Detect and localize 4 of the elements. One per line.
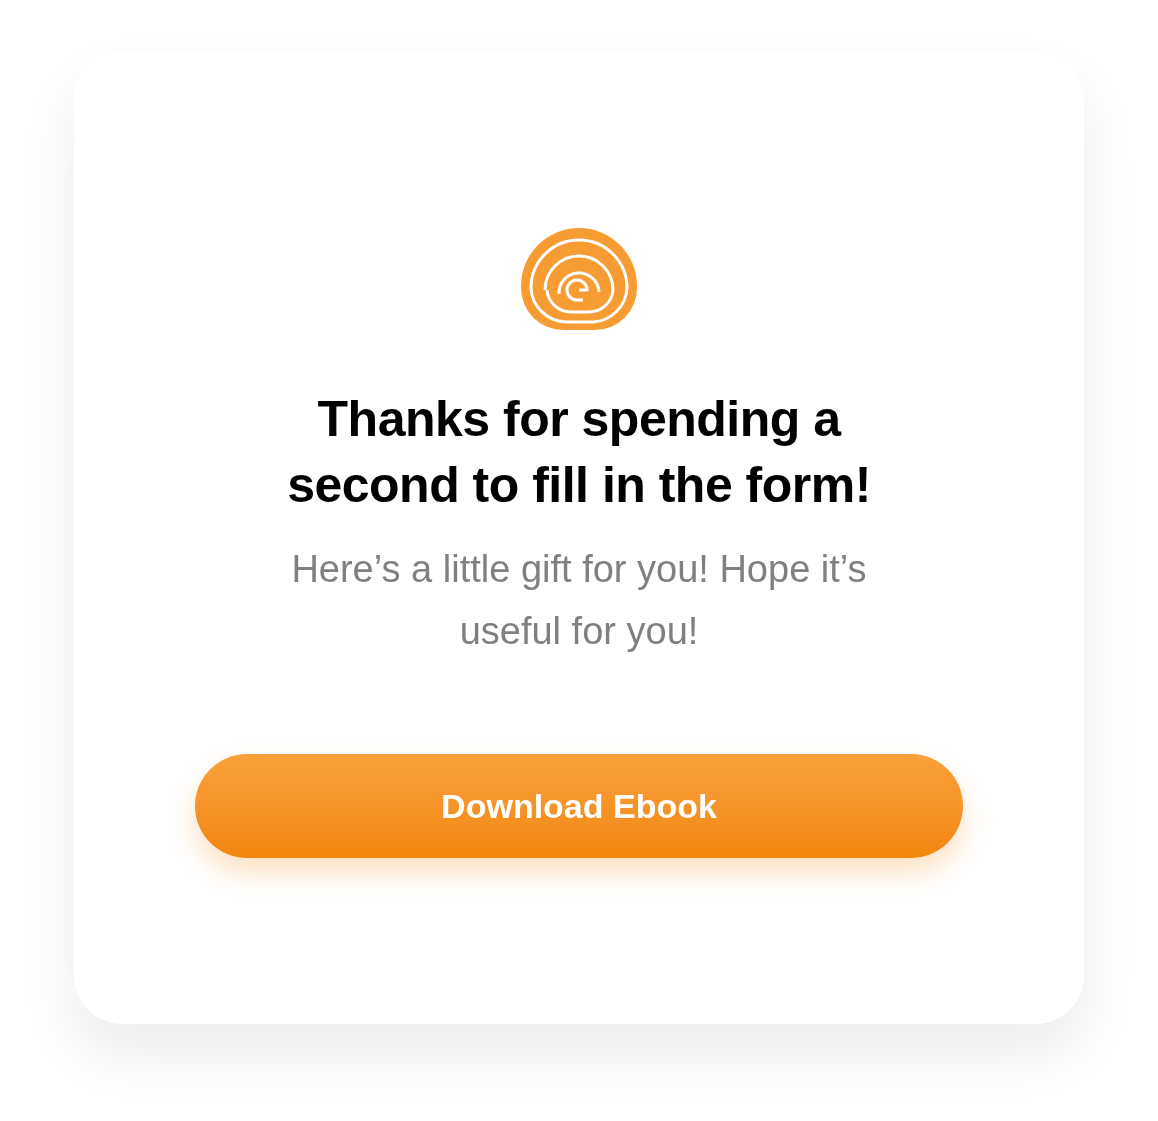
- heading: Thanks for spending a second to fill in the form!: [286, 390, 872, 515]
- logo-icon: [521, 228, 637, 330]
- message-text: Here’s a little gift for you! Hope it’s useful for you!: [290, 547, 868, 654]
- download-button[interactable]: Download Ebook: [195, 754, 963, 858]
